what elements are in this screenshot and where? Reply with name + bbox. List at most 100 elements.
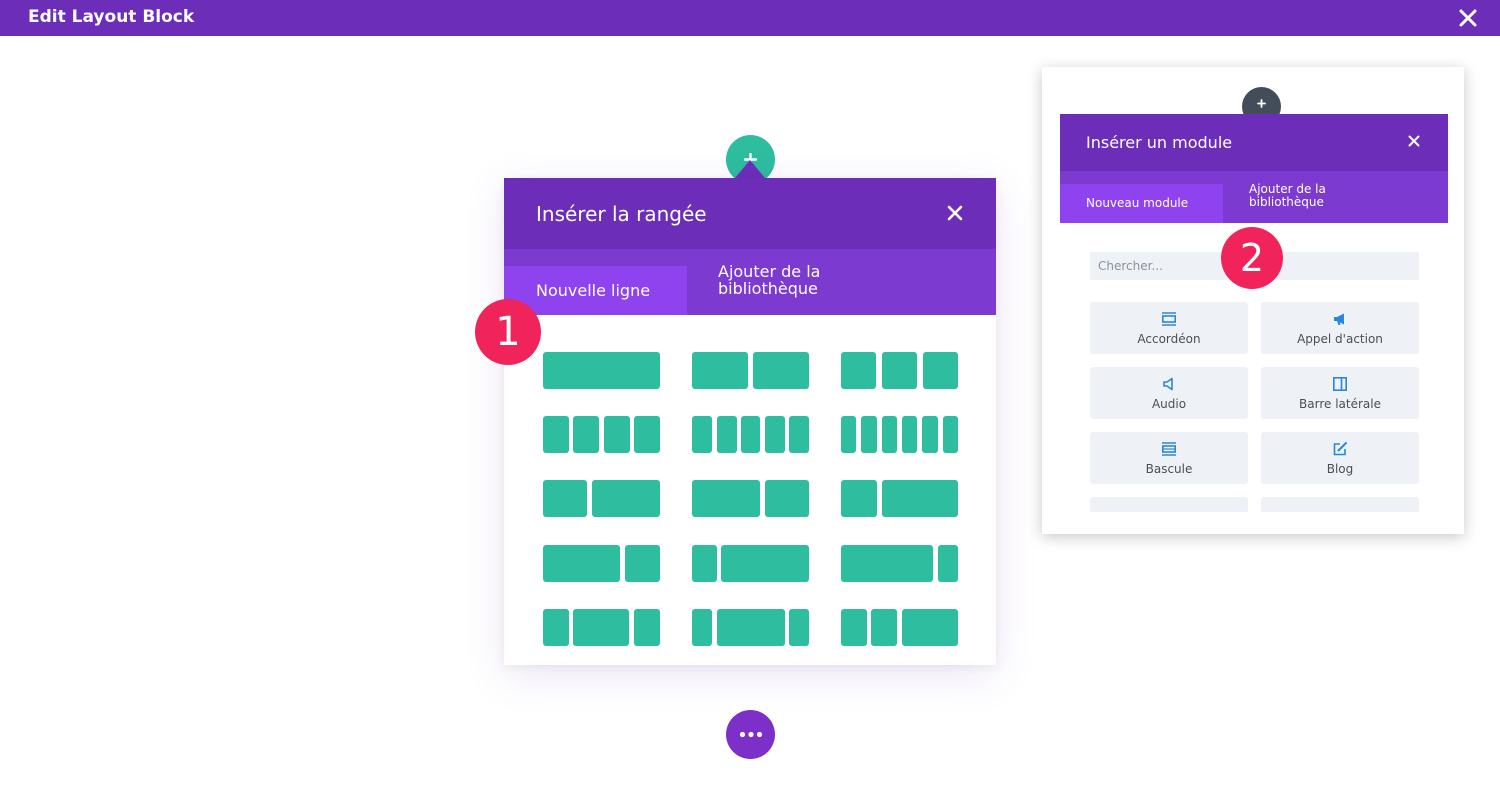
tab-add-module-from-library[interactable]: Ajouter de la bibliothèque xyxy=(1249,183,1369,209)
layout-column-block xyxy=(543,545,620,582)
layout-6-col-option[interactable] xyxy=(841,416,958,453)
layout-column-block xyxy=(789,416,809,453)
layout-column-block xyxy=(902,416,917,453)
tab-new-row-label: Nouvelle ligne xyxy=(536,281,651,300)
layout-column-block xyxy=(882,416,897,453)
module-sidebar-button[interactable]: Barre latérale xyxy=(1261,367,1419,419)
layout-column-block xyxy=(841,545,933,582)
layout-column-block xyxy=(882,352,917,389)
module-label: Appel d'action xyxy=(1297,332,1383,346)
layout-column-block xyxy=(543,352,660,389)
panel-pointer-arrow xyxy=(735,160,765,178)
module-button-partial[interactable] xyxy=(1090,497,1248,512)
layout-column-block xyxy=(841,480,877,517)
layout-column-block xyxy=(943,416,958,453)
insert-row-panel: Insérer la rangée Nouvelle ligne Ajouter… xyxy=(504,178,996,665)
insert-row-header: Insérer la rangée xyxy=(504,178,996,249)
toggle-icon xyxy=(1161,442,1176,456)
layout-column-block xyxy=(861,416,877,453)
close-icon[interactable] xyxy=(1408,135,1420,147)
module-toggle-button[interactable]: Bascule xyxy=(1090,432,1248,484)
ellipsis-icon xyxy=(739,731,763,738)
step-badge-1: 1 xyxy=(475,299,541,365)
close-icon[interactable] xyxy=(1458,8,1478,28)
layout-column-block xyxy=(692,480,760,517)
megaphone-icon xyxy=(1334,313,1344,325)
layout-column-block xyxy=(634,416,660,453)
insert-row-title: Insérer la rangée xyxy=(536,202,707,226)
layout-1-4-3-4-option[interactable] xyxy=(841,480,958,517)
layout-1-5-3-5-1-5-option[interactable] xyxy=(692,609,809,646)
sidebar-icon xyxy=(1332,376,1347,391)
layout-column-block xyxy=(543,609,569,646)
layout-column-block xyxy=(902,609,958,646)
module-audio-button[interactable]: Audio xyxy=(1090,367,1248,419)
tab-new-row[interactable]: Nouvelle ligne xyxy=(504,266,687,315)
tab-add-from-library[interactable]: Ajouter de la bibliothèque xyxy=(718,263,868,297)
speaker-icon xyxy=(1163,377,1173,391)
layout-column-block xyxy=(573,609,629,646)
layout-column-block xyxy=(765,480,809,517)
module-call-to-action-button[interactable]: Appel d'action xyxy=(1261,302,1419,354)
layout-column-block xyxy=(717,609,785,646)
layout-4-5-1-5-option[interactable] xyxy=(841,545,958,582)
module-label: Bascule xyxy=(1145,462,1193,476)
layout-column-block xyxy=(692,416,712,453)
tab-new-module-label: Nouveau module xyxy=(1086,196,1189,210)
layout-column-block xyxy=(741,416,760,453)
insert-module-header: Insérer un module xyxy=(1060,114,1448,171)
layout-column-block xyxy=(692,352,748,389)
module-label: Barre latérale xyxy=(1299,397,1381,411)
insert-module-card: Insérer un module Nouveau module Ajouter… xyxy=(1042,67,1464,534)
layout-column-block xyxy=(882,480,958,517)
insert-module-panel: Insérer un module Nouveau module Ajouter… xyxy=(1060,114,1448,512)
module-button-partial[interactable] xyxy=(1261,497,1419,512)
layout-column-block xyxy=(841,609,867,646)
layout-1-3-2-3-option[interactable] xyxy=(543,480,660,517)
close-icon[interactable] xyxy=(947,205,963,221)
layout-3-4-1-4-option[interactable] xyxy=(543,545,660,582)
layout-4-col-option[interactable] xyxy=(543,416,660,453)
layout-column-block xyxy=(634,609,660,646)
layout-2-col-option[interactable] xyxy=(692,352,809,389)
layout-3-col-option[interactable] xyxy=(841,352,958,389)
accordion-icon xyxy=(1161,312,1176,326)
editor-title: Edit Layout Block xyxy=(28,7,195,27)
layout-column-block xyxy=(841,352,876,389)
module-blog-button[interactable]: Blog xyxy=(1261,432,1419,484)
layout-column-block xyxy=(871,609,897,646)
layout-column-block xyxy=(573,416,599,453)
layout-column-block xyxy=(543,416,569,453)
layout-1-4-3-4-b-option[interactable] xyxy=(692,545,809,582)
layout-column-block xyxy=(721,545,809,582)
layout-column-block xyxy=(841,416,856,453)
tab-new-module[interactable]: Nouveau module xyxy=(1060,184,1223,223)
more-options-button[interactable] xyxy=(726,710,775,759)
layout-column-block xyxy=(625,545,660,582)
layout-column-block xyxy=(938,545,958,582)
module-icon xyxy=(1332,506,1348,512)
insert-module-title: Insérer un module xyxy=(1086,133,1233,152)
insert-module-tabs: Nouveau module Ajouter de la bibliothèqu… xyxy=(1060,171,1448,223)
layout-2-3-1-3-option[interactable] xyxy=(692,480,809,517)
layout-column-block xyxy=(789,609,809,646)
layout-column-block xyxy=(765,416,785,453)
layout-column-block xyxy=(543,480,587,517)
layout-column-block xyxy=(604,416,630,453)
layout-column-block xyxy=(923,352,958,389)
plus-icon xyxy=(1257,99,1266,108)
layout-column-block xyxy=(753,352,809,389)
module-accordion-button[interactable]: Accordéon xyxy=(1090,302,1248,354)
module-label: Blog xyxy=(1326,462,1354,476)
layout-column-block xyxy=(592,480,660,517)
module-label: Audio xyxy=(1151,397,1187,411)
layout-1-4-1-4-1-2-option[interactable] xyxy=(841,609,958,646)
layout-1-col-option[interactable] xyxy=(543,352,660,389)
layout-5-col-option[interactable] xyxy=(692,416,809,453)
layout-column-block xyxy=(922,416,938,453)
layout-column-block xyxy=(692,609,712,646)
module-label: Accordéon xyxy=(1137,332,1201,346)
layout-1-4-1-2-1-4-option[interactable] xyxy=(543,609,660,646)
editor-top-bar: Edit Layout Block xyxy=(0,0,1500,36)
module-icon xyxy=(1161,506,1177,512)
